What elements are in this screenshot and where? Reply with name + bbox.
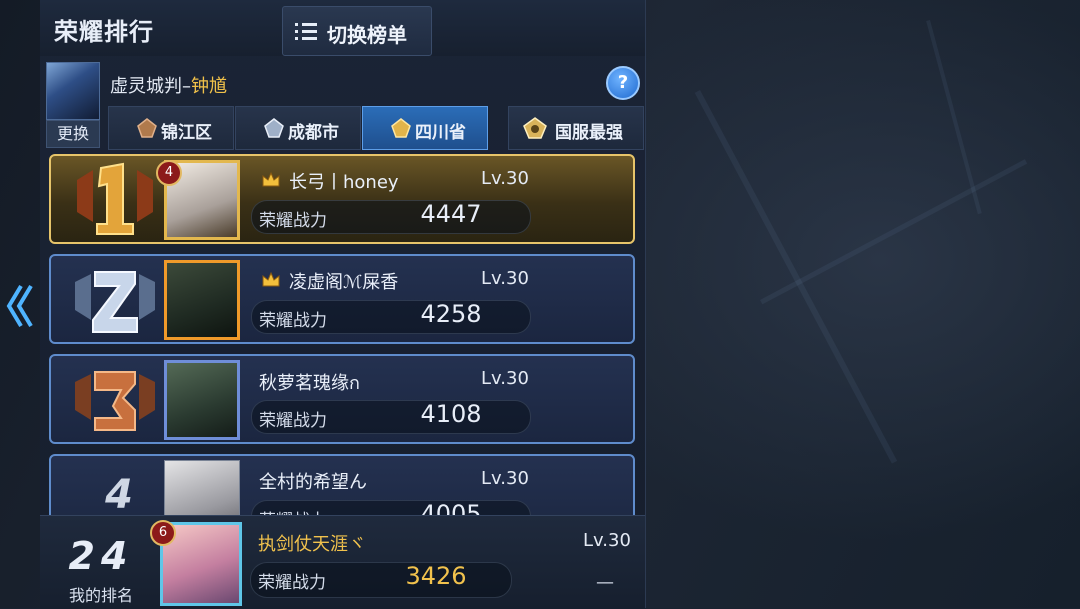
power-value: 4108 bbox=[420, 400, 482, 428]
switch-board-label: 切换榜单 bbox=[327, 23, 407, 47]
leaderboard-panel: 荣耀排行 切换榜单 更换 虚灵城判–钟馗 ? 锦江区 成都市 四川省 国服最强 … bbox=[40, 0, 646, 609]
national-emblem-icon bbox=[523, 117, 547, 139]
power-label: 荣耀战力 bbox=[259, 411, 327, 431]
tab-province[interactable]: 四川省 bbox=[362, 106, 488, 150]
vip-crown-icon bbox=[262, 271, 280, 287]
player-name: 秋萝茗瑰缘ก bbox=[259, 373, 360, 394]
page-title: 荣耀排行 bbox=[54, 18, 154, 46]
rank-3-badge-icon bbox=[75, 371, 155, 431]
player-level: Lv.30 bbox=[481, 368, 529, 389]
player-avatar[interactable] bbox=[164, 260, 240, 340]
rank-entry-4[interactable]: 4 全村的希望ん Lv.30 荣耀战力 4005 bbox=[49, 454, 635, 515]
rank-entry-2[interactable]: 凌虚阁ℳ屎香 Lv.30 荣耀战力 4258 bbox=[49, 254, 635, 344]
player-name: 全村的希望ん bbox=[259, 472, 367, 493]
vip-crown-icon bbox=[262, 171, 280, 187]
bg-stroke bbox=[694, 90, 898, 464]
tab-district[interactable]: 锦江区 bbox=[108, 106, 234, 150]
my-power-label: 荣耀战力 bbox=[258, 573, 326, 593]
hero-name: 虚灵城判–钟馗 bbox=[110, 72, 227, 98]
tab-label: 国服最强 bbox=[555, 123, 623, 143]
header-bar: 荣耀排行 切换榜单 bbox=[40, 0, 645, 56]
hero-row: 更换 虚灵城判–钟馗 ? 锦江区 成都市 四川省 国服最强 bbox=[40, 58, 645, 150]
power-value: 4447 bbox=[420, 200, 482, 228]
player-level: Lv.30 bbox=[481, 168, 529, 189]
power-label: 荣耀战力 bbox=[259, 506, 327, 515]
my-player-level: Lv.30 bbox=[583, 530, 631, 551]
power-value: 4005 bbox=[420, 500, 482, 515]
list-icon bbox=[295, 22, 317, 40]
change-hero-button[interactable]: 更换 bbox=[46, 120, 100, 148]
player-avatar[interactable] bbox=[164, 360, 240, 440]
player-level: Lv.30 bbox=[481, 468, 529, 489]
collapse-arrow-icon[interactable] bbox=[5, 282, 35, 330]
my-rank-number: 24 bbox=[68, 534, 134, 578]
rank-change-indicator: — bbox=[596, 572, 614, 593]
help-button[interactable]: ? bbox=[606, 66, 640, 100]
rank-entry-3[interactable]: 秋萝茗瑰缘ก Lv.30 荣耀战力 4108 bbox=[49, 354, 635, 444]
rank-entry-1[interactable]: 4 长弓丨honey Lv.30 荣耀战力 4447 bbox=[49, 154, 635, 244]
ranking-list[interactable]: 4 长弓丨honey Lv.30 荣耀战力 4447 凌虚阁ℳ屎香 Lv.30 … bbox=[40, 150, 645, 515]
switch-board-button[interactable]: 切换榜单 bbox=[282, 6, 432, 56]
tab-label: 锦江区 bbox=[161, 123, 212, 143]
my-avatar-level-badge: 6 bbox=[150, 520, 176, 546]
bg-stroke bbox=[926, 20, 982, 215]
region-tabs: 锦江区 成都市 四川省 bbox=[108, 106, 488, 150]
rank-1-badge-icon bbox=[77, 162, 153, 235]
power-label: 荣耀战力 bbox=[259, 311, 327, 331]
my-rank-label: 我的排名 bbox=[68, 586, 133, 605]
tab-label: 成都市 bbox=[288, 123, 339, 143]
tab-national[interactable]: 国服最强 bbox=[508, 106, 644, 150]
player-name: 长弓丨honey bbox=[289, 172, 399, 193]
gold-emblem-icon bbox=[391, 118, 411, 138]
tab-label: 四川省 bbox=[415, 123, 466, 143]
silver-emblem-icon bbox=[264, 118, 284, 138]
bg-stroke bbox=[760, 159, 1028, 305]
my-ranking-row[interactable]: 24 我的排名 6 执剑仗天涯ヾ Lv.30 荣耀战力 3426 — bbox=[40, 515, 645, 609]
my-power-value: 3426 bbox=[405, 562, 467, 590]
tab-city[interactable]: 成都市 bbox=[235, 106, 361, 150]
hero-name-accent: 钟馗 bbox=[191, 76, 227, 97]
avatar-level-badge: 4 bbox=[156, 160, 182, 186]
rank-2-badge-icon bbox=[75, 271, 155, 333]
player-name: 凌虚阁ℳ屎香 bbox=[289, 272, 399, 293]
my-player-name: 执剑仗天涯ヾ bbox=[258, 534, 366, 555]
hero-avatar[interactable] bbox=[46, 62, 100, 120]
player-avatar[interactable] bbox=[164, 460, 240, 515]
player-level: Lv.30 bbox=[481, 268, 529, 289]
rank-number: 4 bbox=[105, 472, 133, 515]
power-label: 荣耀战力 bbox=[259, 211, 327, 231]
power-value: 4258 bbox=[420, 300, 482, 328]
hero-title: 虚灵城判– bbox=[110, 76, 191, 97]
bronze-emblem-icon bbox=[137, 118, 157, 138]
